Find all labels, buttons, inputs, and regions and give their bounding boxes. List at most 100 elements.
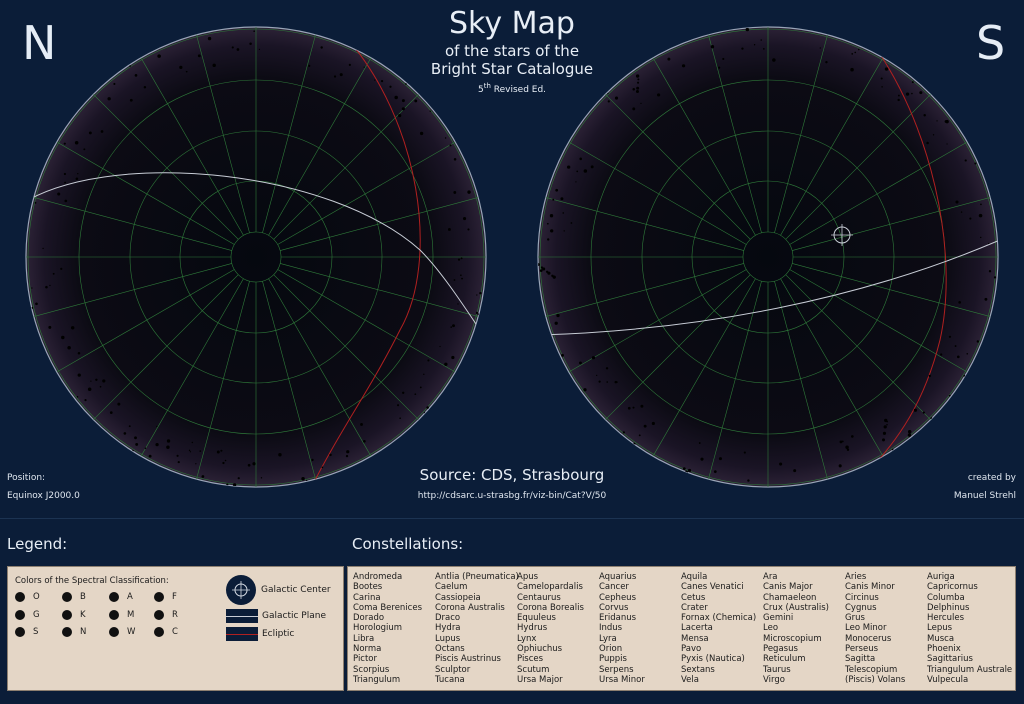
constellation-name: Fornax (Chemica) [681, 613, 757, 624]
spectral-class-item: N [62, 627, 86, 637]
constellation-name: Equuleus [517, 613, 556, 624]
spectral-class-label: R [172, 610, 178, 620]
constellation-name: Aquila [681, 572, 708, 582]
constellation-name: Horologium [353, 623, 403, 634]
spectral-class-label: W [127, 627, 136, 637]
constellation-name: Pictor [353, 654, 378, 665]
constellation-column: Aries Canis Minor Circinus Cygnus Grus Leo Mi… [845, 572, 905, 685]
constellation-name: Taurus [763, 664, 791, 675]
constellation-name: Vela [681, 674, 699, 685]
constellation-name: Chamaeleon [763, 592, 817, 603]
constellation-name: Corvus [599, 602, 629, 613]
constellation-name: Sagittarius [927, 654, 973, 665]
constellation-name: Ursa Major [517, 674, 563, 685]
north-hemisphere[interactable] [24, 25, 488, 490]
constellation-name: Canis Major [763, 582, 813, 593]
constellation-name: Ara [763, 572, 778, 582]
source-label: Source: CDS, Strasbourg [419, 466, 605, 484]
constellation-name: Norma [353, 644, 382, 655]
spectral-color-dot [154, 610, 164, 620]
constellation-name: Monocerus [845, 633, 892, 644]
constellation-name: Mensa [681, 633, 709, 644]
constellation-name: Perseus [845, 644, 879, 655]
constellation-name: Hydrus [517, 623, 548, 634]
constellation-name: Delphinus [927, 602, 970, 613]
legend-title: Legend: [7, 535, 68, 553]
constellation-name: Pegasus [763, 644, 798, 655]
constellation-column: Aquila Canes Venatici Cetus Crater Fornax (C… [681, 572, 756, 685]
constellation-name: Crater [681, 602, 708, 613]
spectral-color-dot [15, 627, 25, 637]
constellation-column: Aquarius Cancer Cepheus Corvus Eridanus Indus… [599, 572, 645, 685]
constellation-name: Microscopium [763, 633, 822, 644]
position-label: Position: [7, 473, 46, 483]
galactic-center-label: Galactic Center [261, 585, 331, 595]
spectral-class-item: K [62, 610, 86, 620]
subtitle-line-1: of the stars of the [444, 42, 580, 60]
constellation-column: Auriga Capricornus Columba Delphinus Hercule… [927, 572, 1012, 685]
ecliptic-swatch [226, 627, 258, 641]
constellation-name: Piscis Austrinus [435, 654, 501, 665]
spectral-class-item: W [109, 627, 135, 637]
spectral-class-item: R [154, 610, 178, 620]
north-label: N [22, 16, 57, 70]
constellation-name: Serpens [599, 664, 634, 675]
constellation-name: Reticulum [763, 654, 806, 665]
spectral-class-item: G [15, 610, 40, 620]
spectral-class-item: B [62, 592, 86, 602]
divider [0, 518, 1024, 519]
spectral-heading: Colors of the Spectral Classification: [15, 576, 169, 586]
constellation-name: Sagitta [845, 654, 876, 665]
constellation-name: Grus [845, 613, 865, 624]
spectral-class-item: F [154, 592, 177, 602]
constellation-name: Aquarius [599, 572, 637, 582]
constellation-name: Pyxis (Nautica) [681, 654, 745, 665]
constellation-name: Scutum [517, 664, 550, 675]
constellation-name: Sextans [681, 664, 715, 675]
constellation-name: Leo Minor [845, 623, 887, 634]
constellation-name: Canis Minor [845, 582, 895, 593]
constellation-name: Lepus [927, 623, 953, 634]
constellation-name: Lupus [435, 633, 461, 644]
constellation-name: Auriga [927, 572, 955, 582]
constellation-name: Sculptor [435, 664, 471, 675]
constellation-name: Indus [599, 623, 623, 634]
constellation-name: Aries [845, 572, 867, 582]
constellation-name: Virgo [763, 674, 785, 685]
constellation-column: Apus Camelopardalis Centaurus Corona Boreal… [517, 572, 584, 685]
constellation-name: Tucana [435, 674, 465, 685]
spectral-color-dot [62, 610, 72, 620]
author-name: Manuel Strehl [953, 491, 1016, 501]
subtitle-line-2: Bright Star Catalogue [430, 60, 594, 78]
constellation-column: Andromeda Bootes Carina Coma Berenices Dorad… [353, 572, 422, 685]
galactic-center-icon [226, 575, 256, 605]
legend-galactic-center: Galactic Center [226, 575, 331, 605]
constellation-name: Lacerta [681, 623, 713, 634]
spectral-class-label: O [33, 592, 40, 602]
constellation-name: Eridanus [599, 613, 637, 624]
spectral-class-label: B [80, 592, 86, 602]
constellation-name: Dorado [353, 613, 385, 624]
spectral-class-item: M [109, 610, 134, 620]
spectral-class-label: S [33, 627, 39, 637]
constellation-name: Vulpecula [927, 674, 969, 685]
south-hemisphere[interactable] [536, 25, 1000, 489]
constellation-name: Telescopium [845, 664, 898, 675]
legend-panel: Colors of the Spectral Classification: O… [7, 566, 344, 691]
constellation-name: Pisces [517, 654, 544, 665]
constellation-name: Cassiopeia [435, 592, 481, 603]
source-url-link[interactable]: http://cdsarc.u-strasbg.fr/viz-bin/Cat?V… [392, 491, 632, 501]
spectral-class-item: O [15, 592, 40, 602]
spectral-class-item: C [154, 627, 178, 637]
constellation-name: Bootes [353, 582, 383, 593]
constellation-name: Cetus [681, 592, 706, 603]
page-title: Sky Map [449, 6, 575, 41]
constellation-name: Scorpius [353, 664, 390, 675]
spectral-class-label: M [127, 610, 135, 620]
constellation-name: Carina [353, 592, 381, 603]
constellation-name: Libra [353, 633, 375, 644]
constellation-name: Cygnus [845, 602, 877, 613]
constellation-name: Triangulum [353, 674, 401, 685]
spectral-color-dot [62, 592, 72, 602]
constellation-name: Leo [763, 623, 779, 634]
